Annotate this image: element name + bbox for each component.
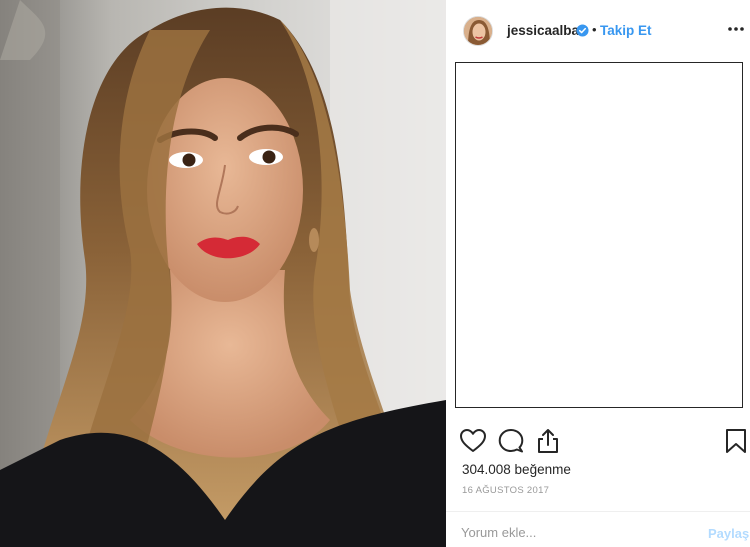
post-side-panel: jessicaalba • Takip Et 304.008 beğenme 1… (446, 0, 750, 547)
heart-icon[interactable] (459, 426, 487, 456)
username-link[interactable]: jessicaalba (507, 23, 579, 38)
comments-area (455, 62, 743, 408)
comment-input[interactable] (461, 520, 691, 544)
bookmark-icon[interactable] (722, 426, 750, 456)
comment-bar: Paylaş (446, 511, 750, 547)
verified-badge-icon (576, 24, 589, 37)
post-comment-button[interactable]: Paylaş (708, 526, 749, 541)
post-date[interactable]: 16 AĞUSTOS 2017 (462, 485, 549, 496)
avatar-image (464, 17, 492, 45)
post-header: jessicaalba • Takip Et (446, 0, 750, 62)
share-icon[interactable] (534, 426, 562, 456)
separator-dot: • (592, 22, 597, 37)
more-options-icon[interactable] (727, 20, 745, 38)
portrait-image (0, 0, 446, 547)
post-photo (0, 0, 446, 547)
action-bar (446, 426, 750, 458)
comment-icon[interactable] (497, 426, 525, 456)
avatar[interactable] (463, 16, 493, 46)
likes-count[interactable]: 304.008 beğenme (462, 462, 571, 477)
follow-button[interactable]: Takip Et (600, 23, 652, 38)
